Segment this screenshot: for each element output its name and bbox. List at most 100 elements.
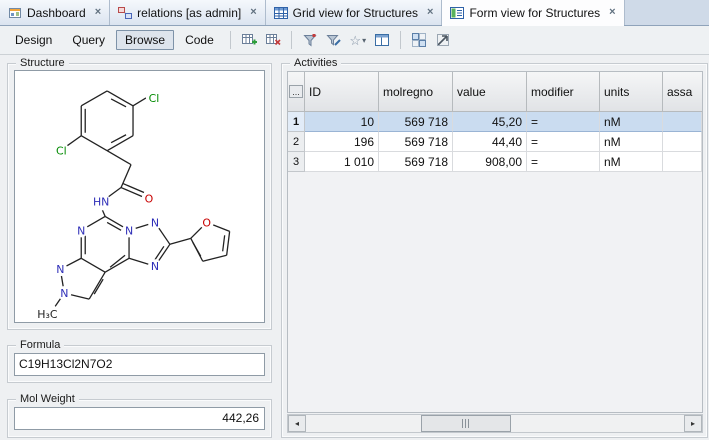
grid-view-icon	[274, 6, 288, 20]
scroll-right-icon[interactable]: ▸	[684, 415, 702, 432]
column-header-molregno[interactable]: molregno	[379, 72, 453, 112]
tab-close-icon[interactable]: ×	[609, 7, 615, 18]
browse-button[interactable]: Browse	[116, 30, 174, 50]
chevron-down-icon: ▾	[362, 36, 366, 45]
form-view-icon	[450, 6, 464, 20]
cell-units[interactable]: nM	[600, 112, 663, 132]
atom-label: Cl	[56, 145, 67, 158]
column-header-value[interactable]: value	[453, 72, 527, 112]
design-button[interactable]: Design	[6, 30, 61, 50]
scrollbar-track[interactable]	[306, 415, 684, 432]
cell-assay[interactable]	[663, 132, 702, 152]
tab-close-icon[interactable]: ×	[427, 7, 433, 18]
row-header[interactable]: 3	[288, 152, 305, 172]
column-header-units[interactable]: units	[600, 72, 663, 112]
tab-label: Dashboard	[27, 6, 86, 20]
table-corner-cell: ...	[288, 72, 305, 112]
bond	[53, 91, 229, 309]
toolbar-separator	[400, 31, 401, 49]
atom-labels: Cl Cl O HN N N N N O N N H₃C	[36, 90, 213, 322]
cell-id[interactable]: 196	[305, 132, 379, 152]
cell-modifier[interactable]: =	[527, 132, 600, 152]
atom-label: N	[60, 287, 68, 300]
molecule-drawing: Cl Cl O HN N N N N O N N H₃C	[15, 71, 264, 322]
cell-units[interactable]: nM	[600, 152, 663, 172]
cell-id[interactable]: 10	[305, 112, 379, 132]
column-header-assay[interactable]: assa	[663, 72, 702, 112]
row-header[interactable]: 1	[288, 112, 305, 132]
cell-assay[interactable]	[663, 152, 702, 172]
table-row[interactable]: 3 1 010 569 718 908,00 = nM	[288, 152, 702, 172]
formula-panel: Formula C19H13Cl2N7O2	[7, 345, 272, 383]
column-header-modifier[interactable]: modifier	[527, 72, 600, 112]
activities-panel: Activities ... ID molregno value modifie…	[281, 63, 708, 438]
insert-row-icon[interactable]	[238, 29, 260, 51]
cell-value[interactable]: 44,40	[453, 132, 527, 152]
row-header[interactable]: 2	[288, 132, 305, 152]
table-options-button[interactable]: ...	[289, 85, 303, 98]
atom-label: Cl	[149, 92, 160, 105]
tab-grid-view[interactable]: Grid view for Structures ×	[266, 0, 443, 25]
atom-label: O	[202, 216, 211, 229]
atom-label: O	[145, 192, 154, 205]
mol-weight-field[interactable]: 442,26	[14, 407, 265, 430]
structure-viewer[interactable]: Cl Cl O HN N N N N O N N H₃C	[14, 70, 265, 323]
tab-close-icon[interactable]: ×	[250, 7, 256, 18]
activities-panel-title: Activities	[290, 56, 341, 70]
atom-label: N	[151, 260, 159, 273]
cell-assay[interactable]	[663, 112, 702, 132]
star-icon: ☆	[349, 34, 361, 47]
cell-value[interactable]: 908,00	[453, 152, 527, 172]
document-tab-bar: Dashboard × relations [as admin] ×	[0, 0, 709, 26]
cell-id[interactable]: 1 010	[305, 152, 379, 172]
mol-weight-panel: Mol Weight 442,26	[7, 399, 272, 438]
atom-label: N	[125, 224, 133, 237]
cell-modifier[interactable]: =	[527, 112, 600, 132]
query-button[interactable]: Query	[63, 30, 114, 50]
filter-edit-icon[interactable]	[323, 29, 345, 51]
form-widget-icon[interactable]	[371, 29, 393, 51]
tab-dashboard[interactable]: Dashboard ×	[0, 0, 110, 25]
mol-weight-panel-title: Mol Weight	[16, 392, 79, 406]
tab-form-view[interactable]: Form view for Structures ×	[442, 0, 624, 25]
cell-molregno[interactable]: 569 718	[379, 152, 453, 172]
horizontal-scrollbar[interactable]: ◂ ▸	[287, 414, 703, 433]
structure-panel: Structure	[7, 63, 272, 330]
formula-field[interactable]: C19H13Cl2N7O2	[14, 353, 265, 376]
delete-row-icon[interactable]	[262, 29, 284, 51]
scrollbar-grip	[462, 419, 471, 428]
filter-icon[interactable]	[299, 29, 321, 51]
activities-table: ... ID molregno value modifier units ass…	[287, 71, 703, 413]
application-window: Dashboard × relations [as admin] ×	[0, 0, 709, 440]
cell-molregno[interactable]: 569 718	[379, 132, 453, 152]
cell-value[interactable]: 45,20	[453, 112, 527, 132]
relations-icon	[118, 6, 132, 20]
tab-label: Form view for Structures	[469, 6, 600, 20]
table-header-row: ... ID molregno value modifier units ass…	[288, 72, 702, 112]
favorites-star-button[interactable]: ☆ ▾	[347, 29, 369, 51]
maximize-view-icon[interactable]	[432, 29, 454, 51]
tab-relations[interactable]: relations [as admin] ×	[110, 0, 266, 25]
tab-close-icon[interactable]: ×	[95, 7, 101, 18]
column-header-id[interactable]: ID	[305, 72, 379, 112]
atom-label: N	[77, 224, 85, 237]
scroll-left-icon[interactable]: ◂	[288, 415, 306, 432]
tab-label: relations [as admin]	[137, 6, 241, 20]
code-button[interactable]: Code	[176, 30, 223, 50]
formula-panel-title: Formula	[16, 338, 64, 352]
cell-molregno[interactable]: 569 718	[379, 112, 453, 132]
table-row[interactable]: 1 10 569 718 45,20 = nM	[288, 112, 702, 132]
atom-label: N	[56, 263, 64, 276]
tile-windows-icon[interactable]	[408, 29, 430, 51]
tab-label: Grid view for Structures	[293, 6, 418, 20]
toolbar-separator	[230, 31, 231, 49]
atom-label: HN	[93, 195, 109, 208]
scrollbar-thumb[interactable]	[421, 415, 511, 432]
form-toolbar: Design Query Browse Code	[0, 26, 709, 55]
atom-label: N	[151, 216, 159, 229]
table-row[interactable]: 2 196 569 718 44,40 = nM	[288, 132, 702, 152]
atom-label: H₃C	[37, 308, 58, 321]
cell-units[interactable]: nM	[600, 132, 663, 152]
dashboard-icon	[8, 6, 22, 20]
cell-modifier[interactable]: =	[527, 152, 600, 172]
